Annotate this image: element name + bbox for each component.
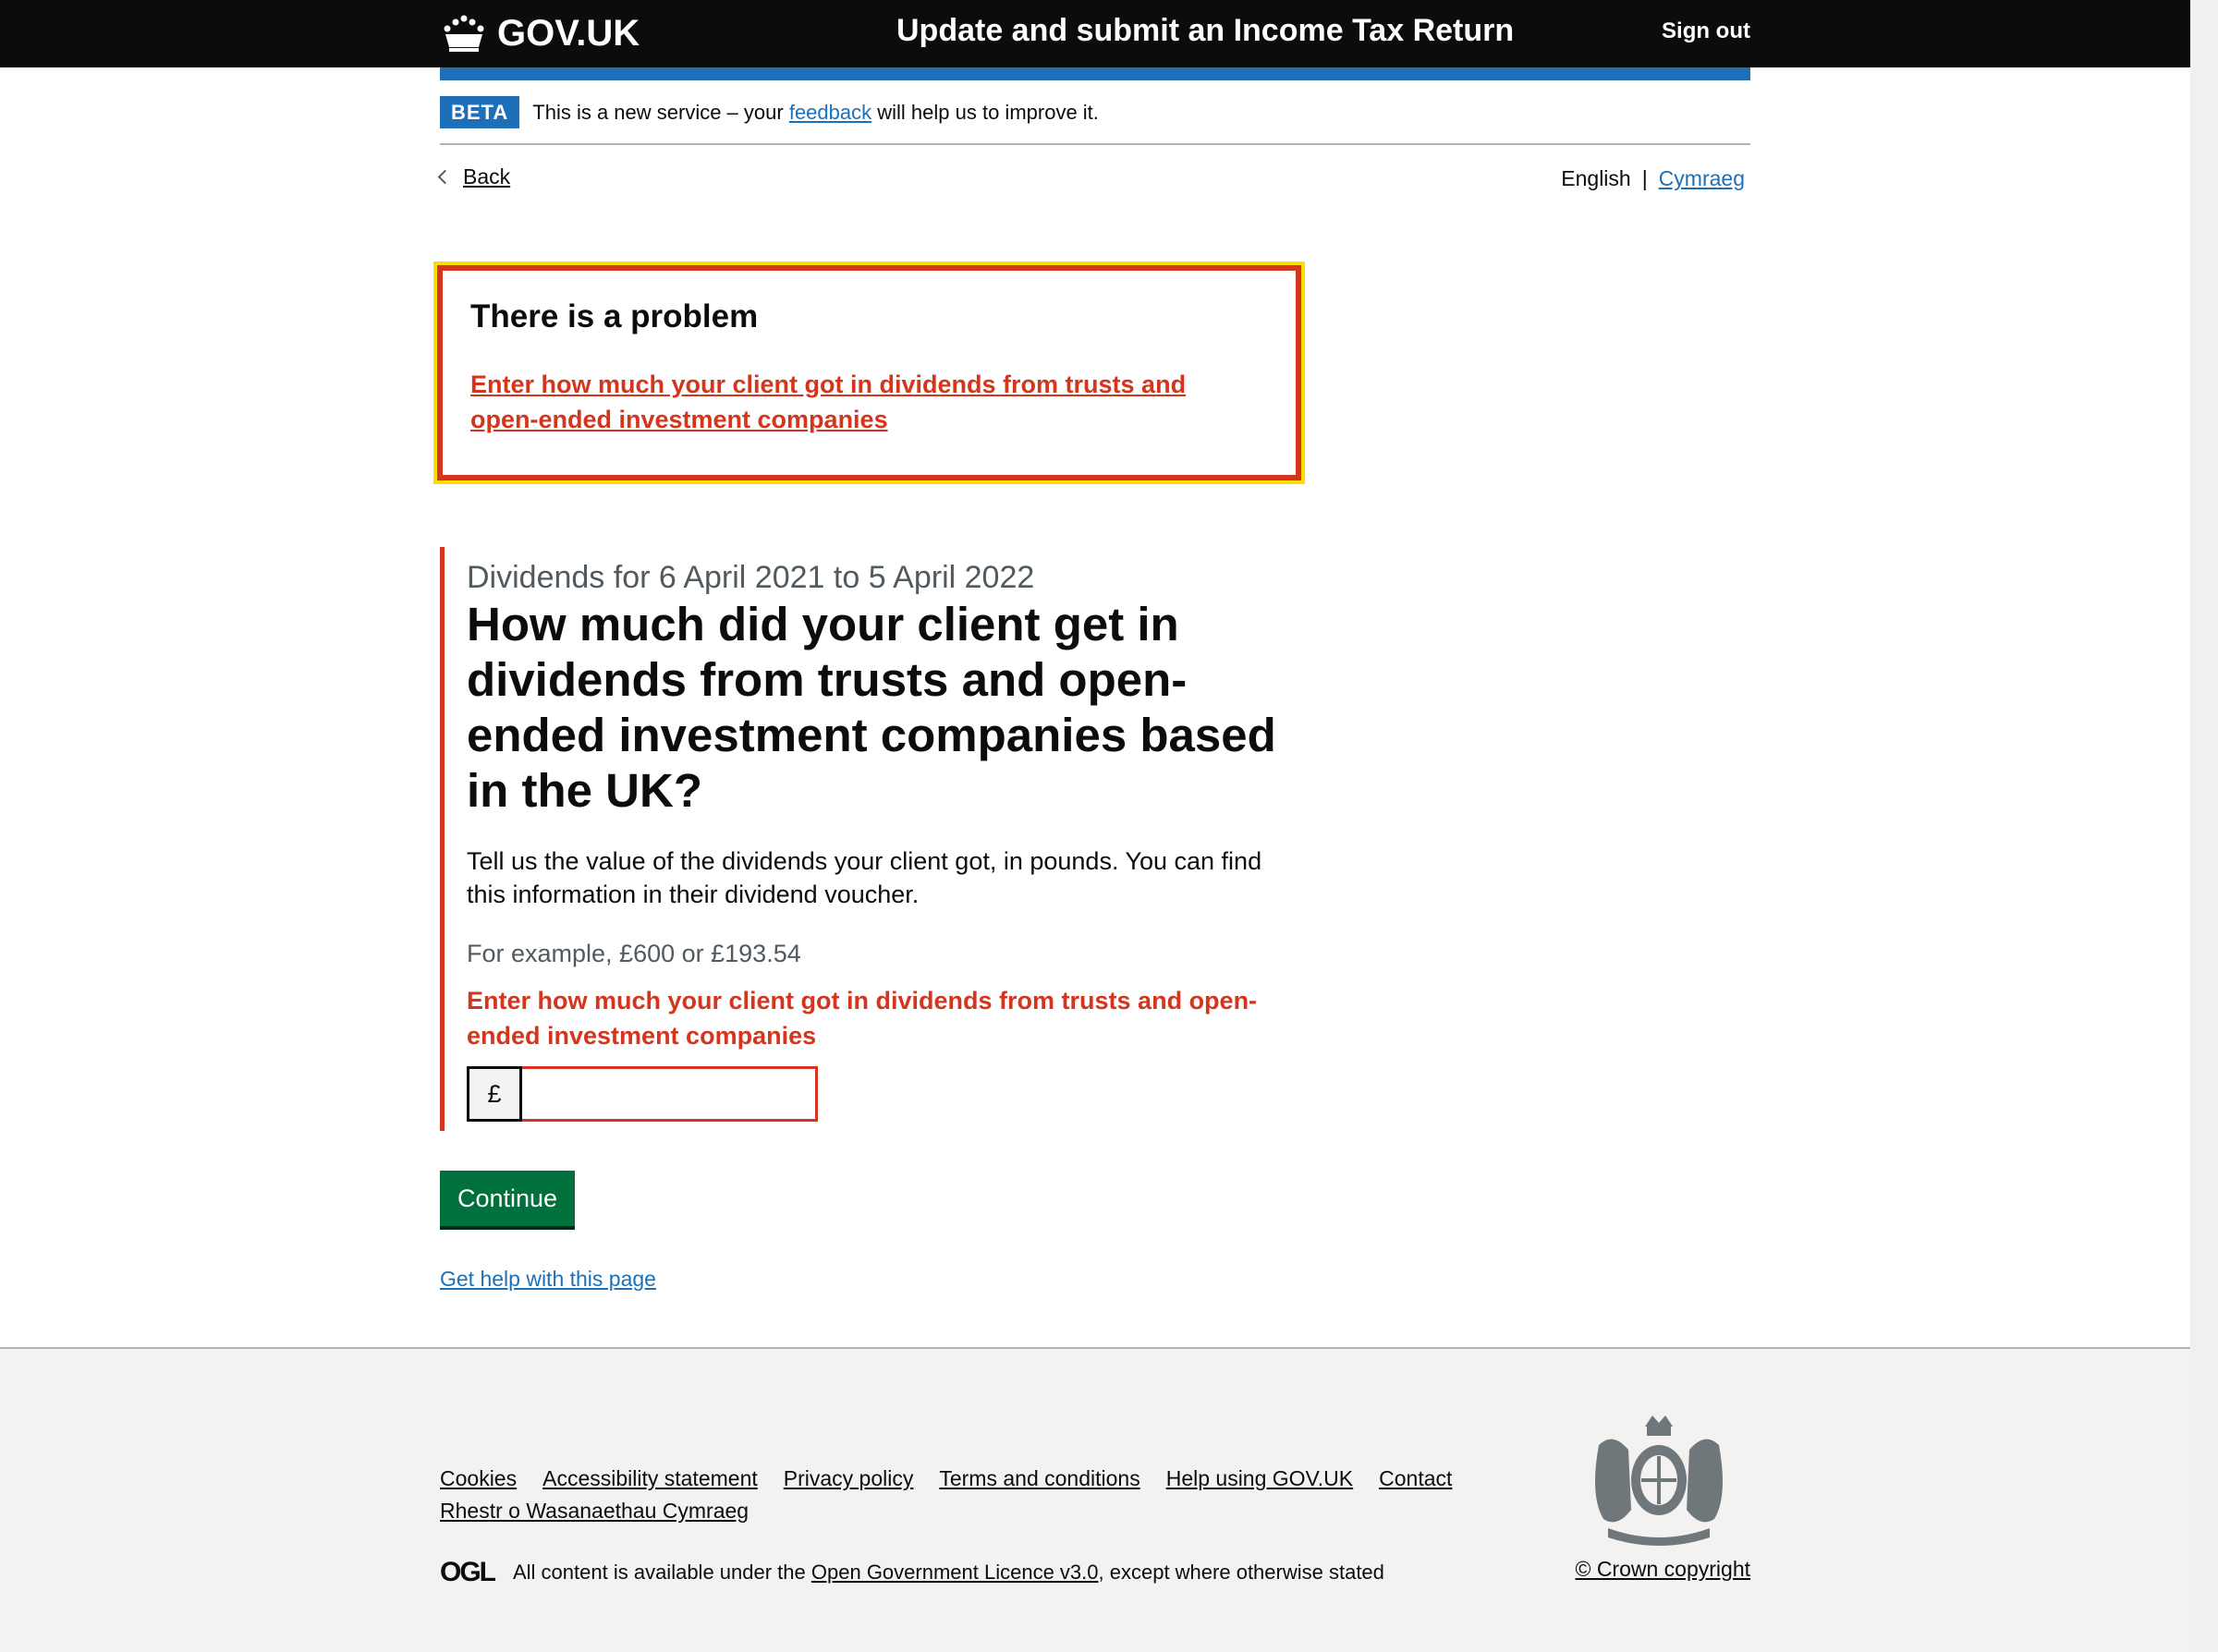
licence-statement: OGL All content is available under the O… bbox=[440, 1557, 1384, 1588]
language-current: English bbox=[1561, 166, 1631, 190]
continue-button[interactable]: Continue bbox=[440, 1171, 575, 1226]
back-link[interactable]: Back bbox=[463, 164, 510, 189]
back-link-container: Back bbox=[437, 164, 510, 189]
page: GOV.UK Update and submit an Income Tax R… bbox=[0, 0, 2218, 1652]
footer-link-cookies[interactable]: Cookies bbox=[440, 1466, 517, 1491]
licence-text-after: , except where otherwise stated bbox=[1098, 1561, 1384, 1584]
header-accent-bar bbox=[440, 67, 1750, 80]
logo-text: GOV.UK bbox=[497, 12, 640, 54]
footer-link-help[interactable]: Help using GOV.UK bbox=[1166, 1466, 1353, 1491]
service-name[interactable]: Update and submit an Income Tax Return bbox=[896, 13, 1514, 49]
phase-text-after: will help us to improve it. bbox=[877, 101, 1099, 124]
dividends-form-group: Dividends for 6 April 2021 to 5 April 20… bbox=[440, 547, 1304, 1131]
page-caption: Dividends for 6 April 2021 to 5 April 20… bbox=[467, 560, 1035, 595]
amount-input-wrapper: £ bbox=[467, 1066, 1304, 1122]
footer-link-privacy[interactable]: Privacy policy bbox=[784, 1466, 914, 1491]
phase-banner: BETA This is a new service – your feedba… bbox=[440, 96, 1750, 145]
licence-text-before: All content is available under the bbox=[513, 1561, 806, 1584]
chevron-left-icon bbox=[437, 169, 453, 185]
page-title: How much did your client get in dividend… bbox=[467, 598, 1276, 817]
beta-tag: BETA bbox=[440, 96, 520, 128]
get-help-link[interactable]: Get help with this page bbox=[440, 1267, 656, 1292]
site-footer: Cookies Accessibility statement Privacy … bbox=[0, 1347, 2190, 1652]
language-cymraeg-link[interactable]: Cymraeg bbox=[1659, 166, 1745, 191]
error-summary-link[interactable]: Enter how much your client got in divide… bbox=[470, 367, 1237, 437]
crown-copyright-link[interactable]: © Crown copyright bbox=[1575, 1557, 1750, 1581]
crown-copyright: © Crown copyright bbox=[1575, 1557, 1750, 1582]
crown-icon bbox=[444, 15, 484, 52]
govuk-logo-link[interactable]: GOV.UK bbox=[440, 11, 640, 55]
feedback-link[interactable]: feedback bbox=[789, 101, 871, 124]
currency-prefix: £ bbox=[467, 1066, 522, 1122]
royal-coat-of-arms-icon bbox=[1595, 1415, 1723, 1546]
input-hint: For example, £600 or £193.54 bbox=[467, 940, 801, 967]
sign-out-link[interactable]: Sign out bbox=[1662, 18, 1750, 44]
language-separator: | bbox=[1641, 166, 1648, 190]
licence-link[interactable]: Open Government Licence v3.0 bbox=[811, 1561, 1099, 1584]
ogl-icon: OGL bbox=[440, 1557, 496, 1587]
dividends-amount-input[interactable] bbox=[522, 1066, 818, 1122]
footer-link-contact[interactable]: Contact bbox=[1379, 1466, 1452, 1491]
page-description: Tell us the value of the dividends your … bbox=[467, 847, 1262, 908]
licence-text: All content is available under the Open … bbox=[513, 1561, 1384, 1585]
scrollbar[interactable] bbox=[2190, 0, 2218, 1652]
site-header: GOV.UK Update and submit an Income Tax R… bbox=[0, 0, 2190, 67]
language-toggle: English | Cymraeg bbox=[1561, 166, 1745, 191]
error-summary: There is a problem Enter how much your c… bbox=[433, 261, 1305, 484]
footer-link-accessibility[interactable]: Accessibility statement bbox=[542, 1466, 758, 1491]
phase-banner-text: This is a new service – your feedback wi… bbox=[532, 96, 1099, 128]
footer-link-welsh-services[interactable]: Rhestr o Wasanaethau Cymraeg bbox=[440, 1499, 749, 1524]
input-error-message: Enter how much your client got in divide… bbox=[467, 987, 1258, 1050]
footer-link-terms[interactable]: Terms and conditions bbox=[939, 1466, 1139, 1491]
footer-links: Cookies Accessibility statement Privacy … bbox=[440, 1466, 1493, 1524]
error-summary-title: There is a problem bbox=[470, 298, 759, 334]
phase-text-before: This is a new service – your bbox=[532, 101, 784, 124]
